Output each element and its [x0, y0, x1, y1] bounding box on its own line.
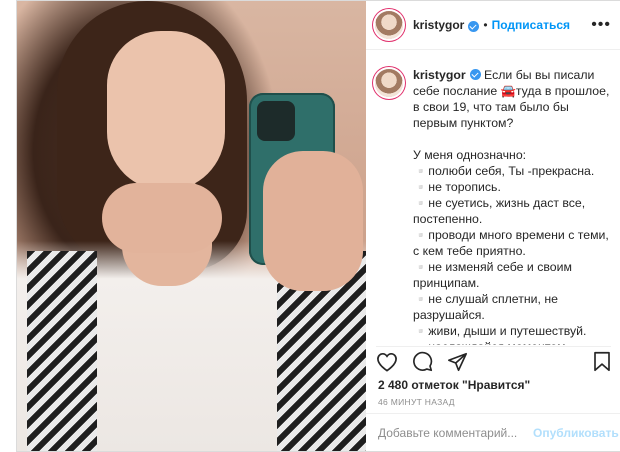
comment-box: Опубликовать	[366, 413, 620, 452]
avatar[interactable]	[375, 11, 403, 39]
comment-input[interactable]	[378, 426, 533, 440]
caption-text: Если бы вы писали себе послание 🚘туда в …	[413, 68, 610, 345]
action-bar	[376, 346, 611, 374]
post-header: kristygor • Подписаться •••	[366, 1, 620, 50]
comment-icon[interactable]	[412, 351, 433, 372]
follow-button[interactable]: Подписаться	[492, 18, 570, 32]
header-username[interactable]: kristygor	[413, 18, 464, 32]
likes-count[interactable]: 2 480 отметок "Нравится"	[378, 378, 530, 392]
post-photo[interactable]	[17, 1, 366, 451]
verified-badge-icon	[468, 20, 480, 32]
post-modal: kristygor • Подписаться ••• kristygor Ес…	[16, 0, 620, 452]
photo-vest-left	[27, 251, 97, 451]
caption-body: kristygor Если бы вы писали себе послани…	[413, 67, 611, 345]
publish-button[interactable]: Опубликовать	[533, 426, 619, 440]
photo-hand-chin	[102, 183, 222, 253]
header-separator: •	[483, 18, 488, 32]
photo-hand-phone	[263, 151, 363, 291]
caption-username[interactable]: kristygor	[413, 68, 466, 82]
more-options-icon[interactable]: •••	[591, 16, 611, 34]
verified-badge-icon	[469, 69, 481, 80]
caption-avatar[interactable]	[375, 69, 403, 97]
post-timestamp[interactable]: 46 МИНУТ НАЗАД	[378, 397, 455, 407]
heart-icon[interactable]	[376, 352, 398, 372]
photo-phone-camera	[257, 101, 295, 141]
share-icon[interactable]	[447, 352, 468, 372]
post-sidebar: kristygor • Подписаться ••• kristygor Ес…	[366, 1, 620, 451]
caption: kristygor Если бы вы писали себе послани…	[366, 50, 620, 345]
photo-face	[107, 31, 225, 191]
bookmark-icon[interactable]	[593, 351, 611, 372]
